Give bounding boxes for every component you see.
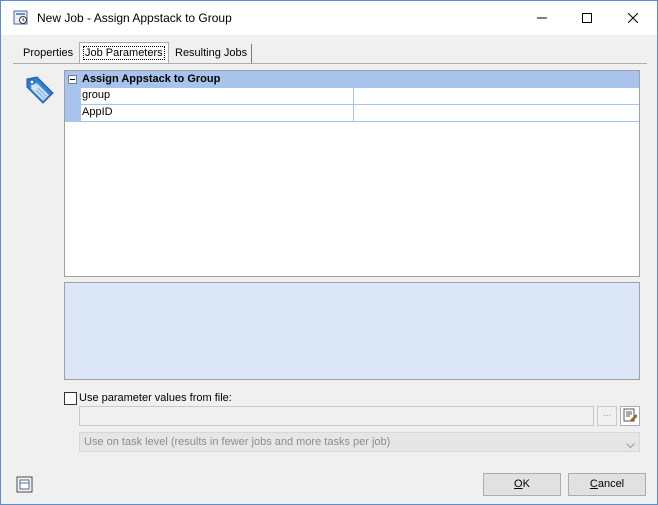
chevron-down-icon — [626, 437, 635, 455]
maximize-button[interactable] — [564, 1, 610, 35]
row-gutter — [65, 88, 81, 104]
window-layout-icon[interactable] — [15, 475, 35, 495]
param-value-appid[interactable] — [355, 105, 639, 121]
new-job-dialog: New Job - Assign Appstack to Group Prope… — [0, 0, 658, 505]
collapse-icon[interactable] — [68, 75, 77, 84]
grid-category-header[interactable]: Assign Appstack to Group — [65, 71, 639, 88]
parameter-description-panel — [64, 282, 640, 380]
param-name-group: group — [81, 88, 354, 104]
edit-file-button[interactable] — [620, 406, 640, 426]
close-button[interactable] — [610, 1, 656, 35]
ok-mnemonic: O — [514, 478, 523, 490]
use-file-label[interactable]: Use parameter values from file: — [79, 392, 232, 404]
cancel-mnemonic: C — [589, 478, 598, 490]
job-app-icon — [13, 10, 29, 26]
cancel-label-rest: ancel — [597, 478, 625, 490]
ok-label-rest: K — [522, 478, 530, 490]
cancel-button[interactable]: Cancel — [568, 473, 646, 496]
title-bar: New Job - Assign Appstack to Group — [1, 1, 657, 35]
task-level-selected: Use on task level (results in fewer jobs… — [84, 436, 391, 448]
browse-button[interactable]: ... — [597, 406, 617, 426]
task-level-select[interactable]: Use on task level (results in fewer jobs… — [79, 432, 640, 452]
minimize-button[interactable] — [519, 1, 565, 35]
param-name-appid: AppID — [81, 105, 354, 121]
tab-job-parameters[interactable]: Job Parameters — [79, 42, 169, 64]
grid-category-title: Assign Appstack to Group — [82, 73, 221, 85]
file-path-input[interactable] — [79, 406, 594, 426]
parameter-grid: Assign Appstack to Group group AppID — [64, 70, 640, 277]
job-tag-icon — [23, 73, 57, 107]
grid-row-group[interactable]: group — [65, 88, 639, 105]
grid-row-appid[interactable]: AppID — [65, 105, 639, 122]
use-file-checkbox[interactable] — [64, 392, 77, 405]
edit-document-icon — [623, 408, 638, 425]
tab-resulting-jobs[interactable]: Resulting Jobs — [171, 44, 253, 64]
param-value-group[interactable] — [355, 88, 639, 104]
window-title: New Job - Assign Appstack to Group — [37, 11, 232, 25]
tab-job-parameters-label: Job Parameters — [83, 46, 165, 60]
row-gutter — [65, 105, 81, 121]
ok-button[interactable]: OK — [483, 473, 561, 496]
tab-properties[interactable]: Properties — [19, 44, 77, 64]
